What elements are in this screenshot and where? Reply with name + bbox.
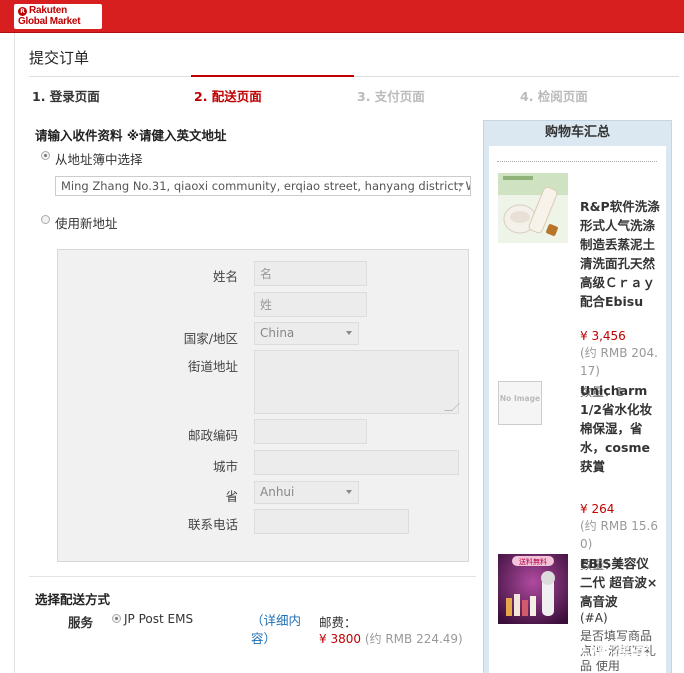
cart-item-name[interactable]: EBiS美容仪二代 超音波×高音波 [580, 554, 660, 611]
product-image-beauty-device[interactable]: 送料無料 [498, 554, 568, 624]
first-name-input[interactable]: 名 [254, 261, 367, 286]
steps-divider [29, 76, 679, 77]
resize-handle-icon[interactable] [444, 403, 460, 411]
top-bar: R Rakuten Global Market [0, 0, 684, 33]
fee-rmb: (约 RMB 224.49) [364, 632, 463, 646]
phone-label: 联系电话 [187, 517, 238, 532]
address-book-radio[interactable] [41, 151, 50, 160]
country-value: China [260, 326, 295, 340]
rakuten-mark-icon: R [18, 7, 27, 16]
cart-summary: 购物车汇总 R&P软件洗涤形式人气洗涤制造丢蒸泥土清洗面孔天然高级Ｃｒａｙ配合E… [483, 120, 672, 673]
chevron-down-icon [458, 183, 464, 187]
chevron-down-icon [346, 490, 352, 494]
watermark: 值 什么值得买 [508, 628, 678, 673]
province-select[interactable]: Anhui [254, 481, 359, 504]
page-title: 提交订单 [29, 49, 90, 67]
postcode-label: 邮政编码 [187, 428, 238, 443]
product-badge: 送料無料 [519, 557, 547, 566]
ems-option-label[interactable]: JP Post EMS [124, 612, 193, 626]
product-image-face-wash[interactable] [498, 173, 568, 243]
shipping-section-title: 选择配送方式 [35, 592, 111, 607]
last-name-input[interactable]: 姓 [254, 292, 367, 317]
cart-item-rmb: (约 RMB 204.17) [580, 346, 658, 378]
cart-item-rmb: (约 RMB 15.60) [580, 519, 658, 551]
country-label: 国家/地区 [183, 331, 238, 346]
cart-item-name[interactable]: R&P软件洗涤形式人气洗涤制造丢蒸泥土清洗面孔天然高级Ｃｒａｙ配合Ebisu [580, 197, 660, 311]
address-book-label[interactable]: 从地址簿中选择 [55, 149, 143, 168]
province-value: Anhui [260, 485, 295, 499]
watermark-text: 什么值得买 [552, 642, 653, 664]
postcode-input[interactable] [254, 419, 367, 444]
country-select[interactable]: China [254, 322, 359, 345]
step-delivery: 2. 配送页面 [194, 89, 262, 104]
province-label: 省 [225, 489, 238, 504]
cart-item-price: ¥ 3,456 [580, 329, 626, 343]
selected-address: Ming Zhang No.31, qiaoxi community, erqi… [61, 179, 471, 193]
logo-line2: Global Market [18, 16, 81, 27]
cart-title: 购物车汇总 [544, 125, 610, 140]
city-input[interactable] [254, 450, 459, 475]
cart-item-price: ¥ 264 [580, 502, 615, 516]
logo-line1: Rakuten [29, 5, 68, 16]
fee-value: ¥ 3800 (约 RMB 224.49) [319, 630, 463, 647]
step-login[interactable]: 1. 登录页面 [32, 86, 100, 105]
cart-item-option: (#A) [580, 611, 608, 625]
new-address-label[interactable]: 使用新地址 [55, 213, 118, 232]
active-step-indicator [191, 75, 354, 77]
fee-label: 邮费： [319, 615, 357, 630]
address-book-select[interactable]: Ming Zhang No.31, qiaoxi community, erqi… [55, 176, 471, 196]
shipping-divider [29, 576, 476, 577]
step-payment: 3. 支付页面 [357, 89, 425, 104]
cart-item-name[interactable]: Unicharm 1/2省水化妆棉保湿，省水，cosme获賞 [580, 381, 660, 476]
city-label: 城市 [212, 459, 238, 474]
zdm-logo-icon: 值 [509, 631, 547, 669]
address-section-title: 请输入收件资料 ※请健入英文地址 [35, 128, 227, 143]
fee-jpy: ¥ 3800 [319, 632, 361, 646]
shipping-details-link[interactable]: （详细内容） [251, 612, 307, 648]
checkout-steps: 1. 登录页面 2. 配送页面 3. 支付页面 4. 检阅页面 [29, 75, 679, 106]
new-address-radio[interactable] [41, 215, 50, 224]
phone-input[interactable] [254, 509, 409, 534]
service-label: 服务 [68, 615, 94, 630]
svg-text:值: 值 [520, 641, 536, 660]
street-textarea[interactable] [254, 350, 460, 414]
chevron-down-icon [346, 331, 352, 335]
street-label: 街道地址 [187, 359, 238, 374]
cart-divider [497, 161, 657, 162]
no-image-placeholder-icon[interactable]: No Image [498, 381, 542, 425]
ems-radio[interactable] [112, 614, 121, 623]
rakuten-logo[interactable]: R Rakuten Global Market [14, 4, 102, 29]
step-review: 4. 检阅页面 [520, 89, 588, 104]
new-address-form: 姓名 名 姓 国家/地区 China 街道地址 邮政编码 城市 省 Anhui … [57, 249, 469, 562]
cart-items: R&P软件洗涤形式人气洗涤制造丢蒸泥土清洗面孔天然高级Ｃｒａｙ配合Ebisu ¥… [489, 146, 666, 673]
name-label: 姓名 [212, 269, 238, 284]
